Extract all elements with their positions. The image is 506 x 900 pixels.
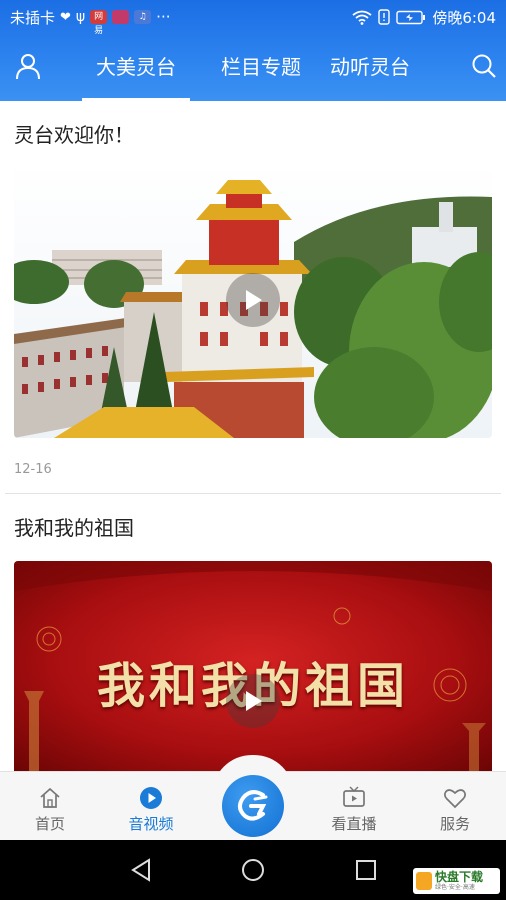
alert-icon [378, 9, 391, 25]
video-thumbnail[interactable] [14, 162, 492, 438]
tab-lanmu-zhuanti[interactable]: 栏目专题 [221, 34, 301, 101]
play-icon [246, 290, 262, 310]
feed-card[interactable]: 灵台欢迎你！ 12-16 [0, 101, 506, 494]
video-feed: 灵台欢迎你！ 12-16 我和我的祖国 我和我的祖国 [0, 101, 506, 771]
tab-dongting-lingtai[interactable]: 动听灵台 [330, 34, 410, 101]
tab-home-label: 首页 [34, 815, 65, 833]
watermark-bolt-icon [416, 872, 432, 890]
watermark-logo: 快盘下载 绿色·安全·高速 [413, 868, 500, 894]
center-logo-button[interactable] [222, 775, 284, 837]
watermark-brand: 快盘下载 [435, 870, 484, 884]
home-icon [40, 787, 60, 808]
heart-rate-icon: ❤ [60, 9, 71, 25]
music-badge: ♫ [134, 10, 152, 24]
tab-services[interactable]: 服务 [415, 772, 495, 841]
search-icon[interactable] [470, 52, 498, 80]
play-circle-icon [140, 787, 162, 809]
card-title: 我和我的祖国 [14, 516, 134, 540]
status-bar: 未插卡 ❤ ψ 网易 ♫ ··· 傍晚6:04 [0, 0, 506, 36]
battery-icon [396, 10, 426, 24]
tv-icon [343, 786, 365, 807]
clock: 傍晚6:04 [432, 8, 496, 27]
video-thumbnail[interactable]: 我和我的祖国 [14, 561, 492, 771]
channel-tabs: 大美灵台 栏目专题 动听灵台 [80, 34, 439, 101]
tab-damei-lingtai[interactable]: 大美灵台 [80, 34, 192, 101]
user-icon[interactable] [14, 52, 42, 80]
home-circle-icon[interactable] [241, 858, 265, 882]
tab-live-label: 看直播 [331, 815, 377, 833]
tab-home[interactable]: 首页 [10, 772, 90, 841]
tab-audio-video-label: 音视频 [128, 815, 174, 833]
netease-badge: 网易 [90, 10, 108, 36]
wifi-icon [352, 10, 372, 25]
feed-card[interactable]: 我和我的祖国 我和我的祖国 [0, 494, 506, 771]
back-icon[interactable] [130, 858, 152, 882]
usb-icon: ψ [75, 9, 86, 25]
app-logo-icon [238, 790, 268, 821]
heart-icon [444, 789, 466, 809]
publish-date: 12-16 [14, 462, 52, 477]
play-button[interactable] [226, 674, 280, 728]
top-nav: 大美灵台 栏目专题 动听灵台 [0, 34, 506, 101]
watermark-sub: 绿色·安全·高速 [435, 884, 475, 891]
tab-live[interactable]: 看直播 [314, 772, 394, 841]
play-icon [246, 691, 262, 711]
tab-audio-video[interactable]: 音视频 [111, 772, 191, 841]
more-notifications-icon: ··· [156, 8, 171, 26]
recents-icon[interactable] [355, 859, 377, 881]
play-button[interactable] [226, 273, 280, 327]
app-badge [112, 10, 130, 24]
card-title: 灵台欢迎你！ [14, 123, 134, 147]
app-header: 未插卡 ❤ ψ 网易 ♫ ··· 傍晚6:04 大美灵台 栏目专题 动听灵台 [0, 0, 506, 101]
tab-services-label: 服务 [439, 815, 470, 833]
carrier-label: 未插卡 [10, 8, 56, 27]
